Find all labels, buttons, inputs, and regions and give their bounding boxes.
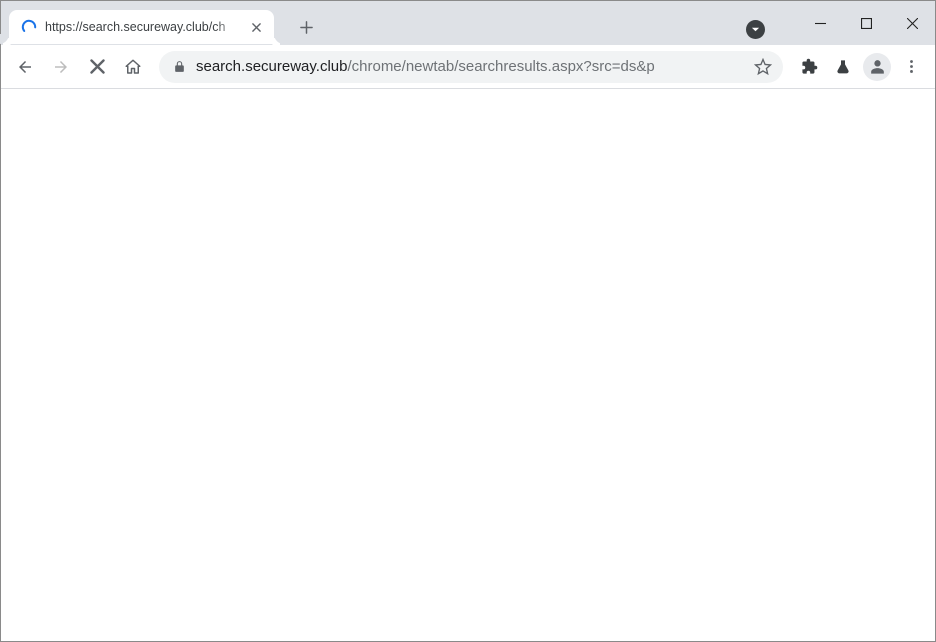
tab-close-icon[interactable] (248, 19, 264, 35)
toolbar-actions (793, 51, 927, 83)
toolbar: search.secureway.club/chrome/newtab/sear… (1, 45, 935, 89)
page-content (1, 89, 935, 641)
window-close-button[interactable] (889, 6, 935, 40)
nav-back-button[interactable] (9, 51, 41, 83)
tab-strip-right (746, 1, 935, 45)
labs-icon[interactable] (827, 51, 859, 83)
url-path: /chrome/newtab/searchresults.aspx?src=ds… (347, 58, 654, 75)
url-host: search.secureway.club (196, 58, 347, 75)
menu-icon[interactable] (895, 51, 927, 83)
lock-icon[interactable] (173, 60, 186, 73)
window-maximize-button[interactable] (843, 6, 889, 40)
home-button[interactable] (117, 51, 149, 83)
caret-down-icon[interactable] (746, 20, 765, 39)
url-text: search.secureway.club/chrome/newtab/sear… (196, 58, 741, 75)
browser-tab[interactable]: https://search.secureway.club/ch (9, 10, 274, 44)
nav-forward-button[interactable] (45, 51, 77, 83)
tab-strip: https://search.secureway.club/ch (1, 1, 935, 45)
address-bar[interactable]: search.secureway.club/chrome/newtab/sear… (159, 51, 783, 83)
new-tab-button[interactable] (292, 13, 320, 41)
profile-avatar-icon[interactable] (863, 53, 891, 81)
window-minimize-button[interactable] (797, 6, 843, 40)
window-controls (797, 6, 935, 40)
tab-title: https://search.secureway.club/ch (45, 20, 244, 34)
bookmark-star-icon[interactable] (749, 53, 777, 81)
stop-button[interactable] (81, 51, 113, 83)
extensions-icon[interactable] (793, 51, 825, 83)
loading-spinner-icon (21, 19, 37, 35)
